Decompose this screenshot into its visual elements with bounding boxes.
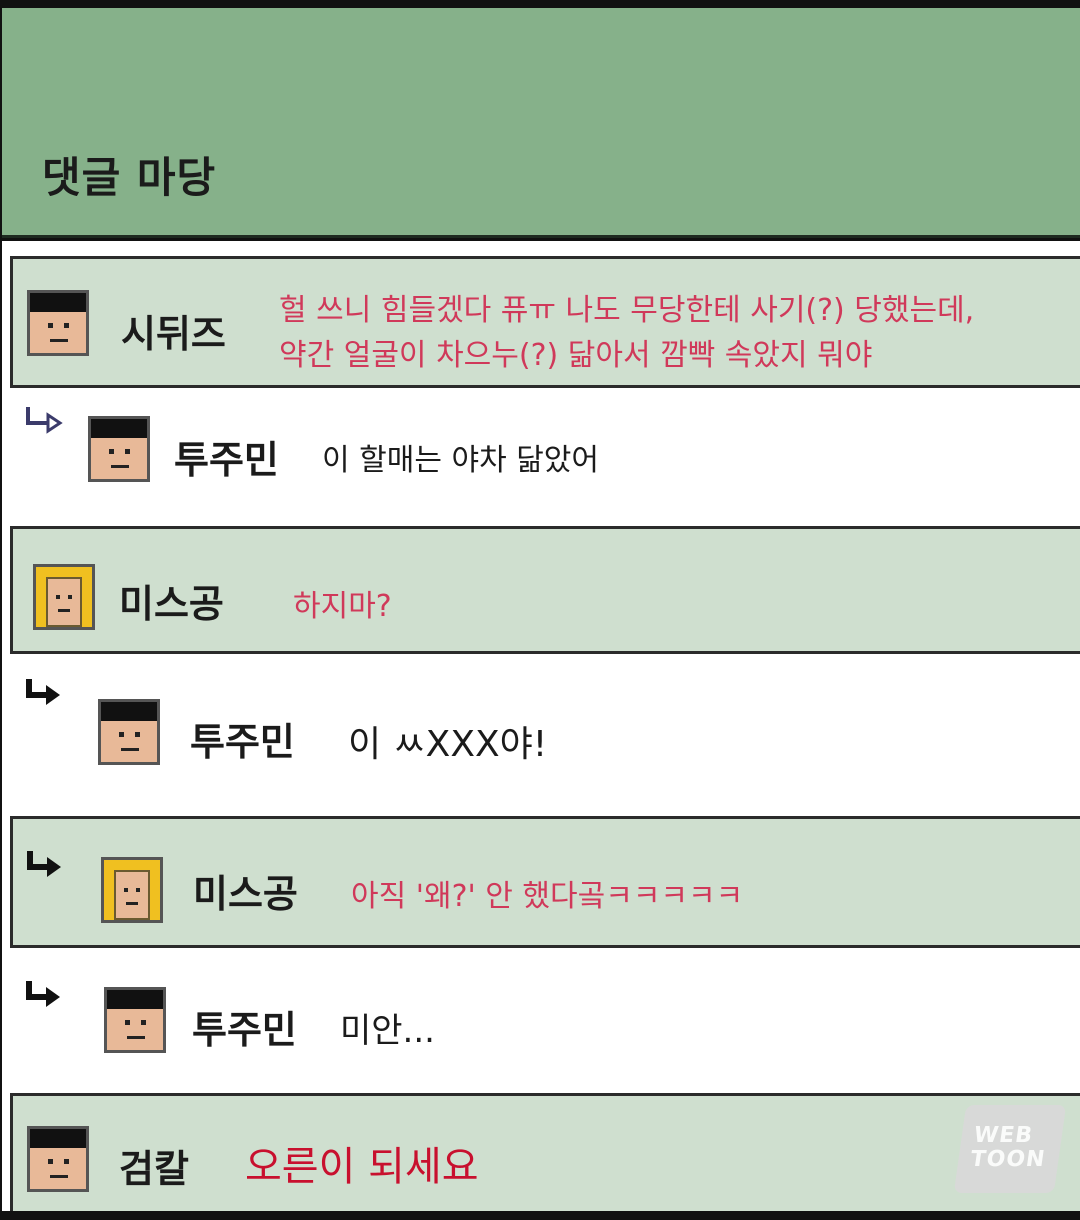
comment-item: 미스공 하지마?	[10, 526, 1080, 654]
comment-text: 아직 '왜?' 안 했다곸ㅋㅋㅋㅋㅋ	[351, 879, 744, 914]
comment-text: 오른이 되세요	[245, 1144, 479, 1190]
avatar	[27, 1126, 89, 1192]
reply-arrow-icon	[26, 981, 60, 1007]
comment-author: 시뒤즈	[121, 312, 226, 356]
comment-text: 하지마?	[293, 589, 392, 624]
reply-item: 투주민 이 ㅆXXX야!	[2, 659, 1080, 814]
reply-arrow-icon	[26, 407, 63, 434]
reply-item: 투주민 미안...	[2, 951, 1080, 1091]
comment-text: 헐 쓰니 힘들겠다 퓨ㅠ 나도 무당한테 사기(?) 당했는데,	[279, 293, 975, 328]
comment-author: 투주민	[192, 1008, 297, 1052]
comment-item: 시뒤즈 헐 쓰니 힘들겠다 퓨ㅠ 나도 무당한테 사기(?) 당했는데, 약간 …	[10, 256, 1080, 388]
avatar	[33, 564, 95, 630]
comment-author: 미스공	[193, 872, 298, 916]
avatar	[27, 290, 89, 356]
avatar	[88, 416, 150, 482]
comment-board: 댓글 마당 시뒤즈 헐 쓰니 힘들겠다 퓨ㅠ 나도 무당한테 사기(?) 당했는…	[0, 0, 1080, 1220]
comment-text: 이 할매는 야차 닮았어	[322, 443, 600, 478]
avatar	[101, 857, 163, 923]
page-title: 댓글 마당	[42, 153, 217, 202]
comment-text: 이 ㅆXXX야!	[348, 724, 548, 765]
reply-item: 미스공 아직 '왜?' 안 했다곸ㅋㅋㅋㅋㅋ	[10, 816, 1080, 948]
reply-item: 투주민 이 할매는 야차 닮았어	[2, 391, 1080, 521]
avatar	[104, 987, 166, 1053]
comment-author: 투주민	[174, 438, 279, 482]
comment-author: 검칼	[119, 1147, 189, 1191]
reply-arrow-icon	[26, 679, 60, 705]
comment-author: 미스공	[119, 582, 224, 626]
board-header: 댓글 마당	[2, 8, 1080, 238]
avatar	[98, 699, 160, 765]
reply-arrow-icon	[27, 851, 61, 877]
webtoon-watermark-logo: WEB TOON	[953, 1105, 1067, 1193]
comment-author: 투주민	[190, 720, 295, 764]
comment-list: 시뒤즈 헐 쓰니 힘들겠다 퓨ㅠ 나도 무당한테 사기(?) 당했는데, 약간 …	[2, 241, 1080, 1211]
comment-text: 미안...	[340, 1011, 435, 1051]
comment-item: 검칼 오른이 되세요	[10, 1093, 1080, 1211]
comment-text: 약간 얼굴이 차으누(?) 닮아서 깜빡 속았지 뭐야	[279, 338, 873, 373]
